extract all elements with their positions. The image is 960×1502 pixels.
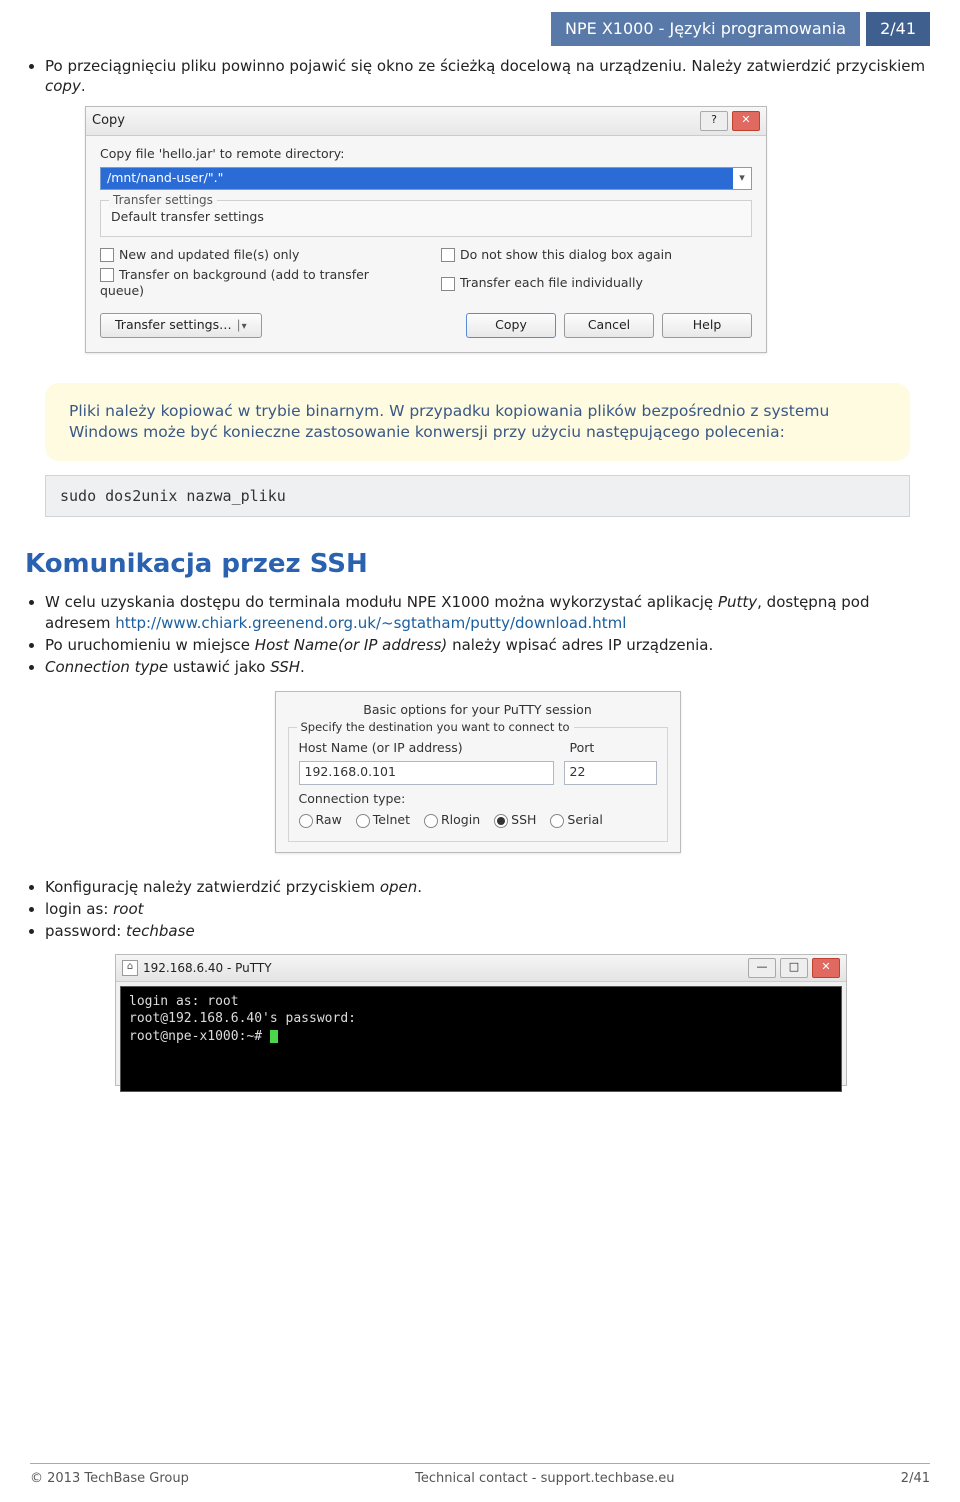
maximize-icon[interactable]: □	[780, 958, 808, 978]
cursor-icon	[270, 1030, 278, 1043]
putty-title: Basic options for your PuTTY session	[288, 702, 668, 719]
conn-type-label: Connection type:	[299, 791, 406, 808]
ssh-bullet-3: Connection type ustawić jako SSH.	[45, 657, 930, 677]
putty-icon: ⌂	[122, 960, 138, 976]
putty-download-link[interactable]: http://www.chiark.greenend.org.uk/~sgtat…	[115, 614, 626, 632]
radio-raw[interactable]: Raw	[299, 812, 342, 829]
term-line-1: login as: root	[129, 993, 833, 1011]
copy-dialog: Copy ? ✕ Copy file 'hello.jar' to remote…	[85, 106, 767, 353]
terminal-title: 192.168.6.40 - PuTTY	[143, 960, 744, 976]
intro-bullet: Po przeciągnięciu pliku powinno pojawić …	[45, 56, 930, 97]
page-footer: © 2013 TechBase Group Technical contact …	[30, 1463, 930, 1488]
host-label: Host Name (or IP address)	[299, 740, 560, 757]
transfer-settings-group: Transfer settings Default transfer setti…	[100, 200, 752, 237]
post-bullet-2: login as: root	[45, 899, 930, 919]
ssh-bullet-1: W celu uzyskania dostępu do terminala mo…	[45, 592, 930, 633]
transfer-settings-button[interactable]: Transfer settings… │▾	[100, 313, 262, 338]
destination-value: /mnt/nand-user/"."	[101, 168, 733, 189]
host-input[interactable]: 192.168.0.101	[299, 761, 554, 785]
transfer-default: Default transfer settings	[111, 209, 741, 226]
radio-serial[interactable]: Serial	[550, 812, 602, 829]
opt-background: Transfer on background (add to transfer …	[100, 267, 369, 299]
transfer-group-label: Transfer settings	[109, 192, 217, 208]
intro-text: Po przeciągnięciu pliku powinno pojawić …	[45, 57, 925, 75]
footer-right: 2/41	[901, 1470, 930, 1488]
section-heading: Komunikacja przez SSH	[25, 547, 930, 582]
terminal-body[interactable]: login as: root root@192.168.6.40's passw…	[120, 986, 842, 1092]
note-box: Pliki należy kopiować w trybie binarnym.…	[45, 383, 910, 461]
port-input[interactable]: 22	[564, 761, 657, 785]
port-label: Port	[570, 740, 657, 757]
checkbox-noshow[interactable]	[441, 248, 455, 262]
opt-new-updated: New and updated file(s) only	[119, 247, 299, 262]
minimize-icon[interactable]: —	[748, 958, 776, 978]
terminal-window: ⌂ 192.168.6.40 - PuTTY — □ ✕ login as: r…	[115, 954, 847, 1086]
ssh-bullet-2: Po uruchomieniu w miejsce Host Name(or I…	[45, 635, 930, 655]
post-bullet-3: password: techbase	[45, 921, 930, 941]
checkbox-new-updated[interactable]	[100, 248, 114, 262]
help-button[interactable]: Help	[662, 313, 752, 338]
radio-ssh[interactable]: SSH	[494, 812, 536, 829]
header-page: 2/41	[866, 12, 930, 46]
radio-telnet[interactable]: Telnet	[356, 812, 410, 829]
post-bullet-1: Konfigurację należy zatwierdzić przycisk…	[45, 877, 930, 897]
header-title: NPE X1000 - Języki programowania	[551, 12, 860, 46]
copy-dialog-titlebar: Copy ? ✕	[86, 107, 766, 136]
code-box: sudo dos2unix nazwa_pliku	[45, 475, 910, 517]
opt-individual: Transfer each file individually	[460, 275, 643, 290]
intro-em: copy	[45, 77, 81, 95]
radio-rlogin[interactable]: Rlogin	[424, 812, 480, 829]
help-icon[interactable]: ?	[700, 111, 728, 131]
putty-dialog: Basic options for your PuTTY session Spe…	[275, 691, 681, 853]
page-header: NPE X1000 - Języki programowania 2/41	[25, 12, 930, 46]
cancel-button[interactable]: Cancel	[564, 313, 654, 338]
footer-left: © 2013 TechBase Group	[30, 1470, 189, 1488]
copy-dialog-title: Copy	[92, 112, 696, 130]
term-line-2: root@192.168.6.40's password:	[129, 1010, 833, 1028]
destination-combo[interactable]: /mnt/nand-user/"." ▾	[100, 167, 752, 190]
footer-center: Technical contact - support.techbase.eu	[189, 1470, 901, 1488]
menu-arrow-icon: │▾	[236, 321, 247, 332]
term-line-3: root@npe-x1000:~#	[129, 1029, 262, 1044]
close-icon[interactable]: ✕	[812, 958, 840, 978]
copy-prompt: Copy file 'hello.jar' to remote director…	[100, 146, 752, 163]
checkbox-background[interactable]	[100, 268, 114, 282]
putty-group-label: Specify the destination you want to conn…	[297, 720, 574, 736]
checkbox-individual[interactable]	[441, 277, 455, 291]
opt-noshow: Do not show this dialog box again	[460, 247, 672, 262]
close-icon[interactable]: ✕	[732, 111, 760, 131]
chevron-down-icon[interactable]: ▾	[733, 171, 751, 186]
copy-button[interactable]: Copy	[466, 313, 556, 338]
